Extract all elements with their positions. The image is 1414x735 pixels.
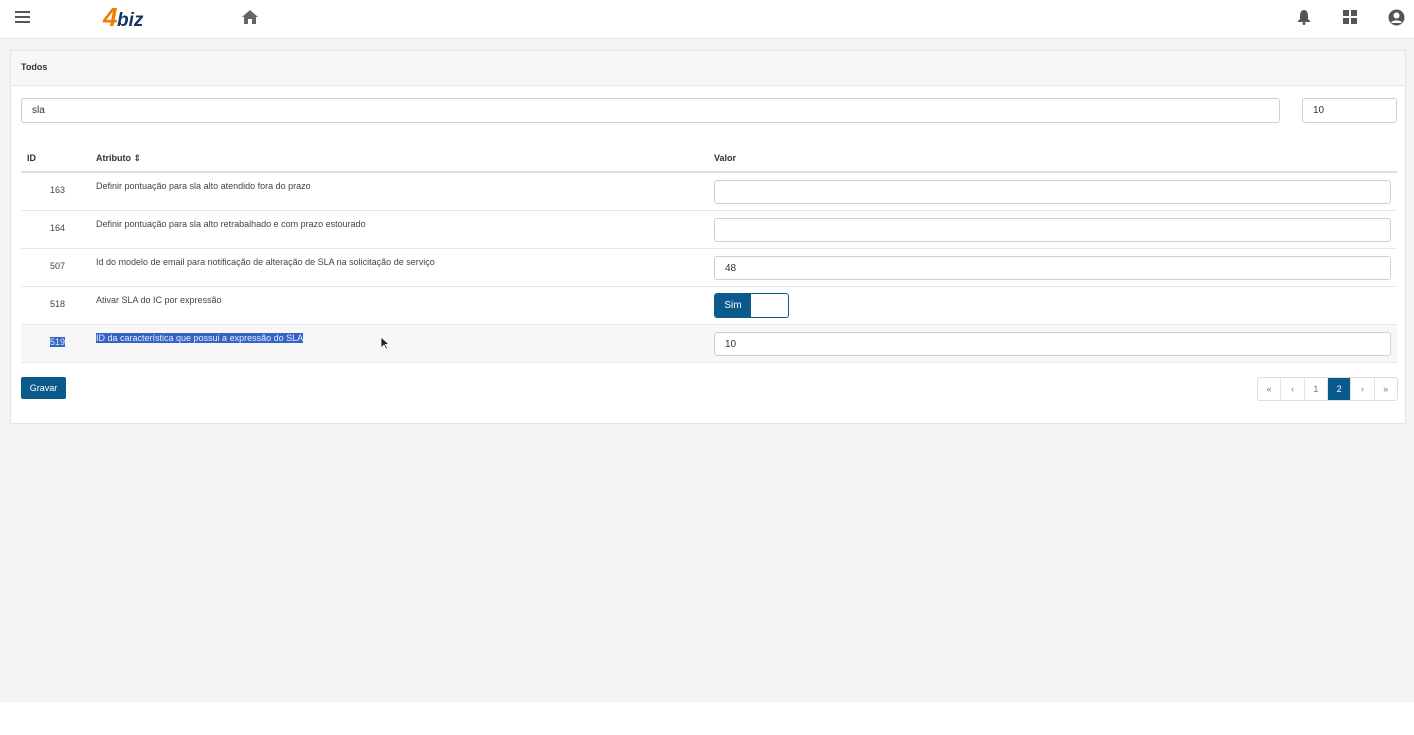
row-id: 163: [49, 185, 65, 195]
first-page-button[interactable]: «: [1258, 378, 1282, 400]
row-id: 518: [49, 299, 65, 309]
row-id: 164: [49, 223, 65, 233]
user-icon[interactable]: [1388, 9, 1405, 26]
next-page-button[interactable]: ›: [1351, 378, 1375, 400]
logo[interactable]: 4 biz: [103, 2, 163, 32]
column-header-value: Valor: [714, 153, 737, 163]
pagination: « ‹ 1 2 › »: [1257, 377, 1398, 401]
page-2-button[interactable]: 2: [1327, 378, 1352, 400]
row-attribute: Definir pontuação para sla alto atendido…: [96, 181, 311, 191]
search-input[interactable]: [21, 98, 1280, 123]
bell-icon[interactable]: [1297, 9, 1311, 25]
row-id: 507: [49, 261, 65, 271]
page-footer-band: [0, 702, 1414, 735]
value-input[interactable]: [714, 332, 1391, 356]
row-attribute: ID da característica que possui a expres…: [96, 333, 304, 343]
sla-expression-toggle[interactable]: Sim: [714, 293, 789, 318]
row-attribute: Id do modelo de email para notificação d…: [96, 257, 435, 267]
panel-header: Todos: [11, 51, 1405, 86]
table-row: 164 Definir pontuação para sla alto retr…: [21, 211, 1397, 249]
row-id-text: 519: [49, 337, 65, 347]
page-size-input[interactable]: [1302, 98, 1397, 123]
menu-icon[interactable]: [15, 11, 30, 23]
row-attribute: Definir pontuação para sla alto retrabal…: [96, 219, 366, 229]
top-navbar: 4 biz: [0, 0, 1414, 39]
panel-title: Todos: [21, 62, 48, 72]
value-input[interactable]: [714, 256, 1391, 280]
logo-text: biz: [117, 10, 144, 31]
value-input[interactable]: [714, 218, 1391, 242]
row-id: 519: [21, 337, 65, 347]
table-row: 507 Id do modelo de email para notificaç…: [21, 249, 1397, 287]
table-row: 518 Ativar SLA do IC por expressão Sim: [21, 287, 1397, 325]
column-header-attribute[interactable]: Atributo ⇕: [96, 153, 141, 164]
value-input[interactable]: [714, 180, 1391, 204]
table-row: 163 Definir pontuação para sla alto aten…: [21, 173, 1397, 211]
logo-mark: 4: [103, 2, 118, 32]
column-header-id[interactable]: ID: [27, 153, 36, 163]
page-1-button[interactable]: 1: [1305, 378, 1328, 400]
prev-page-button[interactable]: ‹: [1281, 378, 1305, 400]
last-page-button[interactable]: »: [1375, 378, 1397, 400]
toggle-on-label: Sim: [715, 294, 751, 317]
row-attribute: Ativar SLA do IC por expressão: [96, 295, 222, 305]
mouse-cursor-icon: [380, 336, 390, 350]
attributes-panel: Todos ID Atributo ⇕ Valor 163 Definir po…: [10, 50, 1406, 424]
apps-grid-icon[interactable]: [1343, 10, 1357, 24]
row-attribute-text: ID da característica que possui a expres…: [96, 333, 304, 343]
home-icon[interactable]: [241, 9, 259, 25]
save-button[interactable]: Gravar: [21, 377, 66, 399]
table-row-selected: 519 ID da característica que possui a ex…: [21, 325, 1397, 363]
